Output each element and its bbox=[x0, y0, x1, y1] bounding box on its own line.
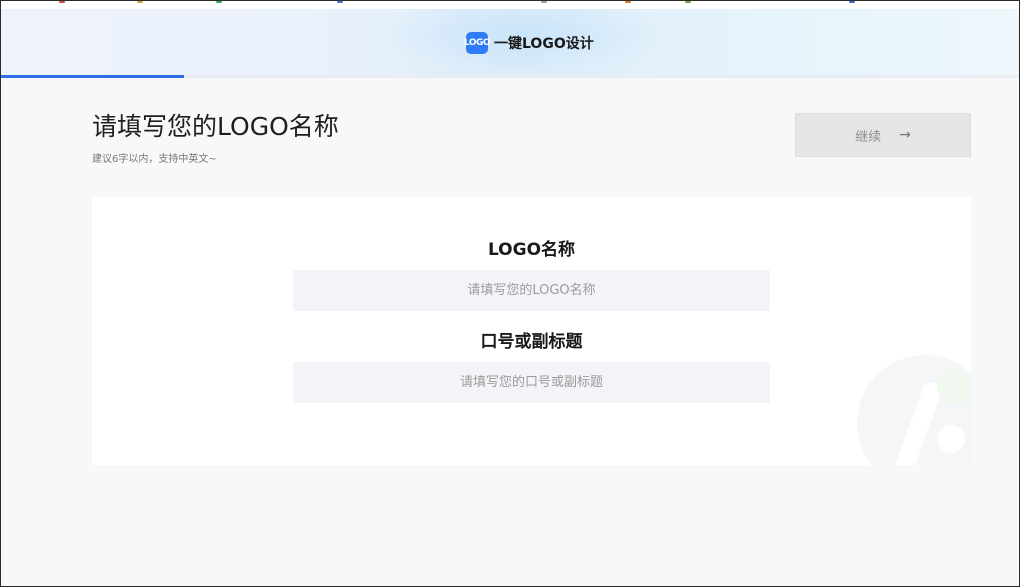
step-progress-fill bbox=[1, 75, 185, 78]
slogan-input[interactable] bbox=[293, 362, 770, 403]
tab-dot bbox=[685, 1, 691, 3]
arrow-right-icon: → bbox=[899, 127, 911, 143]
continue-button[interactable]: 继续 → bbox=[795, 113, 971, 157]
decorative-shape-icon bbox=[857, 355, 971, 465]
logo-name-label: LOGO名称 bbox=[487, 240, 576, 260]
slogan-label: 口号或副标题 bbox=[480, 332, 583, 352]
tab-dot bbox=[137, 1, 143, 3]
form-card: LOGO名称 口号或副标题 bbox=[92, 197, 971, 465]
continue-button-label: 继续 bbox=[855, 129, 882, 145]
tab-dot bbox=[541, 1, 547, 3]
tab-dot bbox=[337, 1, 343, 3]
tab-dot bbox=[216, 1, 222, 3]
app-window: LOGO 一键LOGO设计 请填写您的LOGO名称 建议6字以内，支持中英文~ … bbox=[0, 0, 1020, 587]
tab-dot bbox=[625, 1, 631, 3]
step-progress-bar bbox=[1, 75, 1019, 78]
tab-dot bbox=[849, 1, 855, 3]
logo-name-input[interactable] bbox=[293, 270, 770, 311]
logo-badge-icon: LOGO bbox=[464, 32, 491, 54]
tab-dot bbox=[59, 1, 65, 3]
header-bar: LOGO 一键LOGO设计 bbox=[1, 9, 1019, 75]
brand[interactable]: LOGO 一键LOGO设计 bbox=[464, 31, 594, 55]
browser-tab-strip bbox=[1, 1, 1019, 9]
app-title: 一键LOGO设计 bbox=[494, 36, 594, 52]
page-subtitle: 建议6字以内，支持中英文~ bbox=[92, 154, 217, 165]
page-title: 请填写您的LOGO名称 bbox=[92, 112, 339, 141]
